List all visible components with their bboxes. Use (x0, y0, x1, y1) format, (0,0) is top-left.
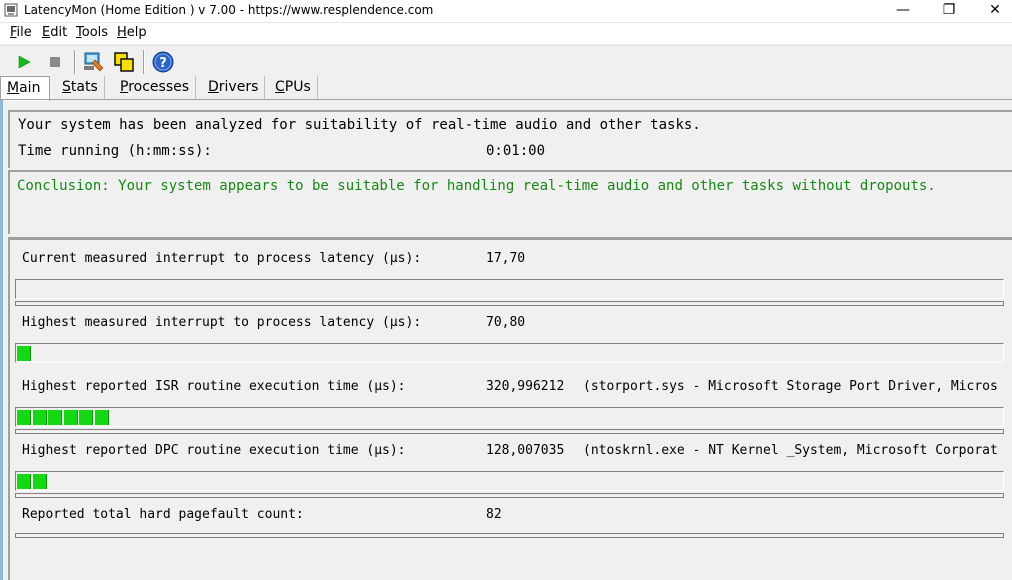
tab-processes-hotkey: P (120, 79, 129, 95)
toolbar: ? (0, 45, 1012, 77)
menu-tools[interactable]: Tools (76, 25, 108, 40)
window-title: LatencyMon (Home Edition ) v 7.00 - http… (24, 3, 434, 17)
tab-main-hotkey: M (7, 80, 20, 96)
menu-edit-label: dit (50, 25, 68, 40)
toolbar-separator (74, 50, 76, 74)
latency-meter (15, 471, 1004, 491)
tab-cpus-hotkey: C (275, 79, 285, 95)
title-bar: LatencyMon (Home Edition ) v 7.00 - http… (0, 0, 1012, 23)
meter-underline (15, 429, 1004, 434)
menu-help-hotkey: H (117, 25, 127, 40)
metric-detail: (ntoskrnl.exe - NT Kernel _System, Micro… (583, 443, 998, 458)
meter-underline (15, 301, 1004, 306)
menu-bar: File Edit Tools Help (0, 23, 1012, 44)
meter-segment (17, 410, 31, 425)
tab-stats[interactable]: Stats (56, 76, 105, 99)
menu-tools-label: ools (81, 25, 109, 40)
summary-panel: Your system has been analyzed for suitab… (8, 110, 1012, 168)
conclusion-panel: Conclusion: Your system appears to be su… (8, 170, 1012, 234)
metric-label: Current measured interrupt to process la… (22, 251, 422, 266)
menu-help[interactable]: Help (117, 25, 147, 40)
latency-meter (15, 279, 1004, 299)
tab-strip: Main Stats Processes Drivers CPUs (0, 76, 1012, 101)
window-frame-accent (0, 100, 3, 580)
close-icon: ✕ (989, 2, 1001, 18)
toolbar-separator (143, 50, 145, 74)
minimize-icon: — (896, 2, 910, 18)
tab-drivers-hotkey: D (208, 79, 219, 95)
tab-processes-label: rocesses (128, 79, 190, 95)
tab-cpus[interactable]: CPUs (269, 76, 318, 99)
metric-detail: (storport.sys - Microsoft Storage Port D… (583, 379, 998, 394)
tab-stats-hotkey: S (62, 79, 71, 95)
minimize-button[interactable]: — (880, 0, 926, 22)
metric-value: 82 (486, 507, 502, 522)
start-monitoring-icon[interactable] (12, 50, 36, 74)
tab-cpus-label: PUs (284, 79, 311, 95)
metric-label: Highest reported ISR routine execution t… (22, 379, 406, 394)
metric-label: Reported total hard pagefault count: (22, 507, 304, 522)
meter-underline (15, 493, 1004, 498)
metric-value: 17,70 (486, 251, 526, 266)
meter-segment (63, 410, 78, 425)
menu-help-label: elp (126, 25, 147, 40)
menu-edit-hotkey: E (42, 25, 51, 40)
meter-underline (15, 533, 1004, 538)
time-running-value: 0:01:00 (486, 143, 546, 159)
tab-drivers-label: rivers (218, 79, 259, 95)
meter-segment (32, 410, 47, 425)
latency-meter (15, 407, 1004, 427)
system-info-icon[interactable] (81, 50, 105, 74)
meter-segment (32, 474, 47, 489)
help-icon[interactable]: ? (151, 50, 175, 74)
meter-segment (94, 410, 109, 425)
metric-label: Highest reported DPC routine execution t… (22, 443, 406, 458)
meter-segment (17, 346, 31, 361)
close-button[interactable]: ✕ (972, 0, 1012, 22)
menu-file[interactable]: File (10, 25, 32, 40)
metric-label: Highest measured interrupt to process la… (22, 315, 422, 330)
menu-edit[interactable]: Edit (42, 25, 67, 40)
latency-meter (15, 343, 1004, 363)
meter-segment (17, 474, 31, 489)
tab-baseline (0, 99, 1012, 100)
menu-file-label: ile (16, 25, 32, 40)
time-running-label: Time running (h:mm:ss): (18, 143, 212, 159)
tab-main[interactable]: Main (0, 76, 50, 101)
meter-segment (79, 410, 93, 425)
metric-value: 70,80 (486, 315, 526, 330)
tab-processes[interactable]: Processes (114, 76, 197, 99)
meter-segment (48, 410, 62, 425)
maximize-button[interactable]: ❐ (926, 0, 972, 22)
metric-value: 128,007035 (486, 443, 565, 458)
metric-value: 320,996212 (486, 379, 565, 394)
tab-drivers[interactable]: Drivers (202, 76, 266, 99)
stop-monitoring-icon[interactable] (43, 50, 67, 74)
conclusion-text: Conclusion: Your system appears to be su… (17, 178, 936, 194)
tab-main-label: ain (19, 80, 41, 96)
copy-icon[interactable] (112, 50, 136, 74)
restore-icon: ❐ (942, 2, 956, 18)
svg-text:?: ? (159, 56, 167, 71)
app-icon (4, 3, 18, 17)
analysis-summary-text: Your system has been analyzed for suitab… (18, 117, 701, 133)
tab-stats-label: tats (70, 79, 98, 95)
